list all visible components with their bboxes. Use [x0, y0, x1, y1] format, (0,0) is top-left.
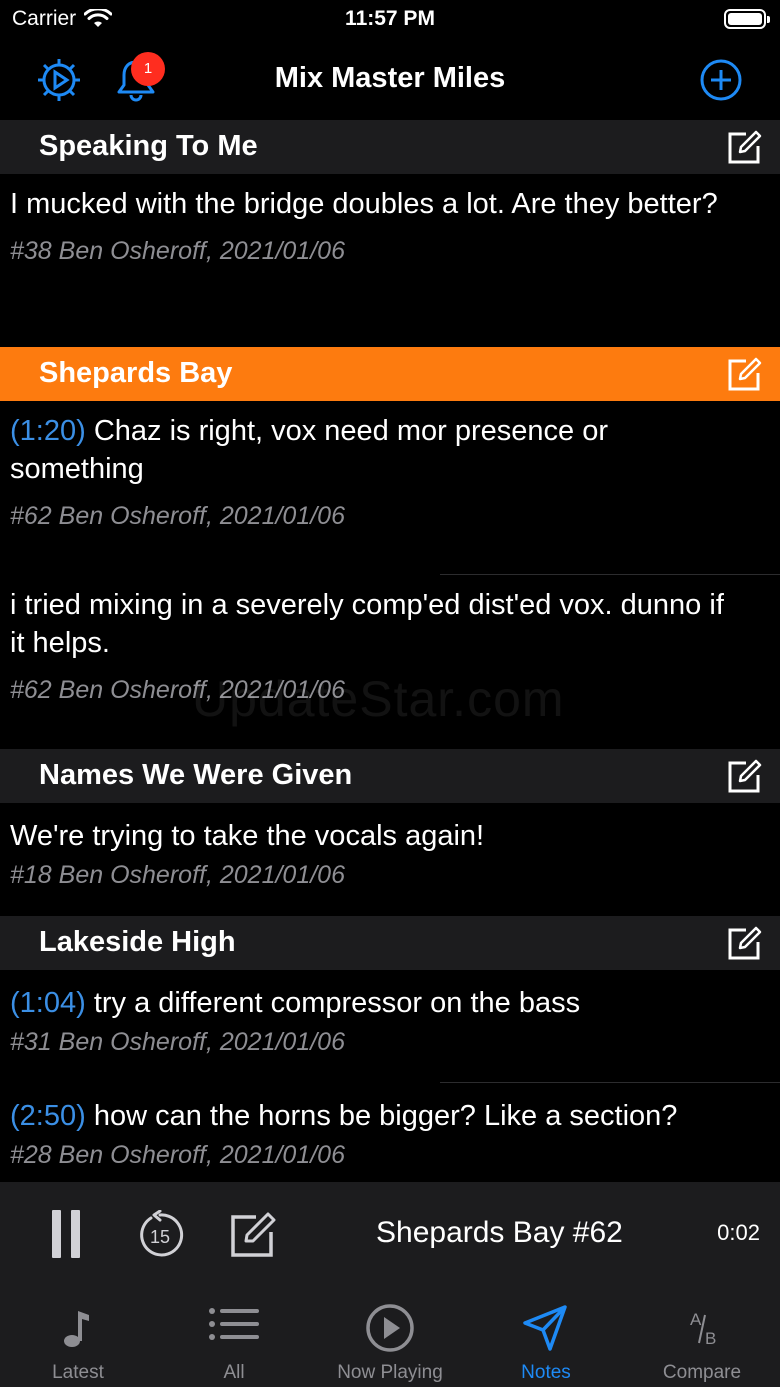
note-meta: #38 Ben Osheroff, 2021/01/06 — [10, 237, 345, 265]
note-body: We're trying to take the vocals again! — [10, 820, 485, 852]
song-title: Speaking To Me — [39, 130, 258, 162]
note-text: We're trying to take the vocals again! — [0, 803, 780, 855]
music-note-icon — [64, 1311, 89, 1347]
pause-icon — [52, 1210, 61, 1258]
list-item[interactable]: I mucked with the bridge doubles a lot. … — [0, 174, 780, 347]
song-title: Shepards Bay — [39, 357, 233, 389]
list-item[interactable]: i tried mixing in a severely comp'ed dis… — [0, 575, 780, 749]
tab-label: All — [223, 1362, 245, 1383]
battery-icon — [724, 9, 770, 29]
edit-note-button[interactable] — [726, 759, 762, 795]
note-timestamp[interactable]: (1:04) — [10, 987, 86, 1019]
compose-icon — [728, 130, 762, 164]
add-button[interactable] — [698, 57, 744, 103]
list-item[interactable]: (1:04) try a different compressor on the… — [0, 970, 780, 1083]
note-meta: #62 Ben Osheroff, 2021/01/06 — [10, 676, 345, 704]
compose-icon — [728, 926, 762, 960]
play-circle-icon — [366, 1304, 414, 1352]
tab-bar: Latest All Now Playing Notes A B Compare — [0, 1287, 780, 1387]
edit-note-button[interactable] — [726, 357, 762, 393]
edit-note-button[interactable] — [726, 130, 762, 166]
playback-time: 0:02 — [717, 1220, 760, 1245]
mini-player: 15 Shepards Bay #62 0:02 — [0, 1182, 780, 1287]
tab-label: Latest — [52, 1362, 104, 1383]
svg-text:A: A — [690, 1310, 702, 1329]
tab-now-playing[interactable]: Now Playing — [312, 1287, 468, 1387]
list-icon — [209, 1308, 259, 1340]
note-text: I mucked with the bridge doubles a lot. … — [0, 174, 780, 223]
a-b-icon: A B — [690, 1310, 716, 1348]
compose-icon — [728, 357, 762, 391]
note-meta: #62 Ben Osheroff, 2021/01/06 — [10, 502, 345, 530]
tab-latest[interactable]: Latest — [0, 1287, 156, 1387]
now-playing-title[interactable]: Shepards Bay #62 — [376, 1216, 623, 1250]
status-time: 11:57 PM — [345, 7, 435, 30]
tab-label: Compare — [662, 1362, 742, 1383]
note-timestamp[interactable]: (1:20) — [10, 415, 86, 447]
rewind-button[interactable]: 15 — [135, 1209, 185, 1260]
paper-plane-icon — [523, 1305, 567, 1351]
notes-feed[interactable]: Speaking To Me I mucked with the bridge … — [0, 120, 780, 1182]
note-text: (2:50) how can the horns be bigger? Like… — [0, 1083, 780, 1135]
note-meta: #28 Ben Osheroff, 2021/01/06 — [10, 1141, 345, 1169]
song-header[interactable]: Names We Were Given — [0, 749, 780, 803]
song-title: Names We Were Given — [39, 759, 353, 791]
tab-notes[interactable]: Notes — [468, 1287, 624, 1387]
tab-compare[interactable]: A B Compare — [624, 1287, 780, 1387]
tab-all[interactable]: All — [156, 1287, 312, 1387]
note-text: (1:20) Chaz is right, vox need mor prese… — [0, 401, 780, 488]
plus-circle-icon — [700, 59, 742, 101]
list-item[interactable]: We're trying to take the vocals again! #… — [0, 803, 780, 916]
navigation-bar: 1 Mix Master Miles — [0, 40, 780, 120]
edit-note-button[interactable] — [726, 926, 762, 962]
compose-icon — [728, 759, 762, 793]
song-header-active[interactable]: Shepards Bay — [0, 347, 780, 401]
note-body: Chaz is right, vox need mor presence or … — [10, 415, 609, 485]
tab-label: Notes — [521, 1362, 571, 1383]
note-text: i tried mixing in a severely comp'ed dis… — [0, 575, 780, 662]
note-body: try a different compressor on the bass — [93, 987, 581, 1019]
note-body: I mucked with the bridge doubles a lot. … — [10, 188, 718, 220]
note-body: i tried mixing in a severely comp'ed dis… — [10, 589, 724, 659]
song-title: Lakeside High — [39, 926, 236, 958]
rewind-15-icon: 15 — [140, 1209, 184, 1257]
svg-text:B: B — [705, 1329, 716, 1348]
player-compose-button[interactable] — [228, 1210, 278, 1260]
list-item[interactable]: (1:20) Chaz is right, vox need mor prese… — [0, 401, 780, 575]
page-title: Mix Master Miles — [274, 62, 506, 94]
note-text: (1:04) try a different compressor on the… — [0, 970, 780, 1022]
song-header[interactable]: Lakeside High — [0, 916, 780, 970]
note-meta: #18 Ben Osheroff, 2021/01/06 — [10, 861, 345, 889]
pause-button[interactable] — [52, 1210, 80, 1258]
tab-label: Now Playing — [337, 1362, 443, 1383]
list-item[interactable]: (2:50) how can the horns be bigger? Like… — [0, 1083, 780, 1182]
note-body: how can the horns be bigger? Like a sect… — [93, 1100, 678, 1132]
compose-icon — [231, 1212, 276, 1257]
note-meta: #31 Ben Osheroff, 2021/01/06 — [10, 1028, 345, 1056]
rewind-seconds: 15 — [150, 1227, 170, 1247]
status-bar: Carrier 11:57 PM — [0, 0, 780, 40]
song-header[interactable]: Speaking To Me — [0, 120, 780, 174]
note-timestamp[interactable]: (2:50) — [10, 1100, 86, 1132]
